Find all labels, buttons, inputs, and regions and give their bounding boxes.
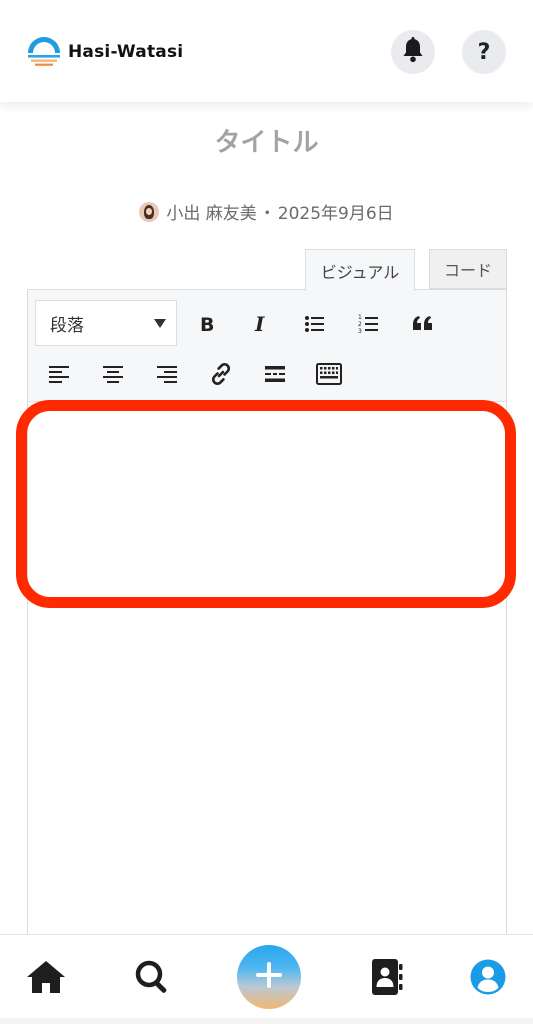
tab-code[interactable]: コード	[429, 249, 507, 289]
logo-mark-icon	[26, 36, 62, 68]
profile-icon	[469, 958, 507, 1000]
svg-text:I: I	[254, 314, 265, 334]
link-button[interactable]	[203, 356, 239, 392]
numbered-list-icon: 1 2 3	[358, 313, 380, 335]
post-meta: 小出 麻友美 ・ 2025年9月6日	[0, 199, 533, 224]
italic-button[interactable]: I	[243, 306, 279, 342]
add-post-icon	[254, 960, 284, 994]
read-more-button[interactable]	[257, 356, 293, 392]
caret-down-icon	[154, 319, 166, 328]
bulleted-list-button[interactable]	[297, 306, 333, 342]
toolbar-toggle-button[interactable]	[311, 356, 347, 392]
highlight-box	[16, 400, 516, 608]
post-date: 2025年9月6日	[277, 204, 394, 224]
align-center-icon	[102, 364, 124, 384]
align-left-icon	[48, 364, 70, 384]
bold-button[interactable]: B	[189, 306, 225, 342]
numbered-list-button[interactable]: 1 2 3	[351, 306, 387, 342]
svg-text:1: 1	[358, 314, 362, 321]
format-select[interactable]: 段落	[35, 300, 177, 346]
contacts-book-icon	[368, 958, 404, 1000]
home-icon	[25, 959, 67, 999]
post-editor: 段落 B I 1 2 3	[27, 289, 507, 949]
app-name: Hasi-Watasi	[68, 42, 184, 62]
add-post-button[interactable]	[237, 945, 301, 1009]
bottom-navigation	[0, 934, 533, 1024]
notifications-button[interactable]	[391, 30, 435, 74]
nav-profile[interactable]	[466, 957, 510, 1001]
app-logo[interactable]: Hasi-Watasi	[26, 36, 183, 68]
align-right-button[interactable]	[149, 356, 185, 392]
read-more-icon	[264, 364, 286, 384]
svg-text:2: 2	[358, 321, 362, 328]
avatar	[139, 201, 160, 222]
align-left-button[interactable]	[41, 356, 77, 392]
home-indicator	[0, 1018, 533, 1024]
align-center-button[interactable]	[95, 356, 131, 392]
nav-search[interactable]	[130, 957, 174, 1001]
toolbar-toggle-icon	[316, 363, 342, 385]
help-icon: ?	[477, 39, 491, 65]
author-name: 小出 麻友美	[166, 204, 257, 224]
nav-home[interactable]	[24, 957, 68, 1001]
bold-icon: B	[198, 314, 216, 334]
bell-icon	[401, 37, 425, 67]
link-icon	[209, 362, 233, 386]
svg-text:B: B	[200, 314, 214, 334]
meta-separator: ・	[258, 204, 276, 224]
app-header: Hasi-Watasi ?	[0, 0, 533, 102]
search-icon	[134, 959, 170, 999]
blockquote-button[interactable]	[405, 306, 441, 342]
svg-text:3: 3	[358, 328, 362, 335]
help-button[interactable]: ?	[462, 30, 506, 74]
post-title-input[interactable]: タイトル	[0, 122, 533, 159]
bulleted-list-icon	[304, 314, 326, 334]
align-right-icon	[156, 364, 178, 384]
tab-visual[interactable]: ビジュアル	[305, 249, 415, 291]
italic-icon: I	[252, 314, 270, 334]
nav-contacts[interactable]	[364, 957, 408, 1001]
format-select-value: 段落	[50, 315, 84, 336]
blockquote-icon	[411, 314, 435, 334]
editor-toolbar: 段落 B I 1 2 3	[28, 290, 506, 402]
